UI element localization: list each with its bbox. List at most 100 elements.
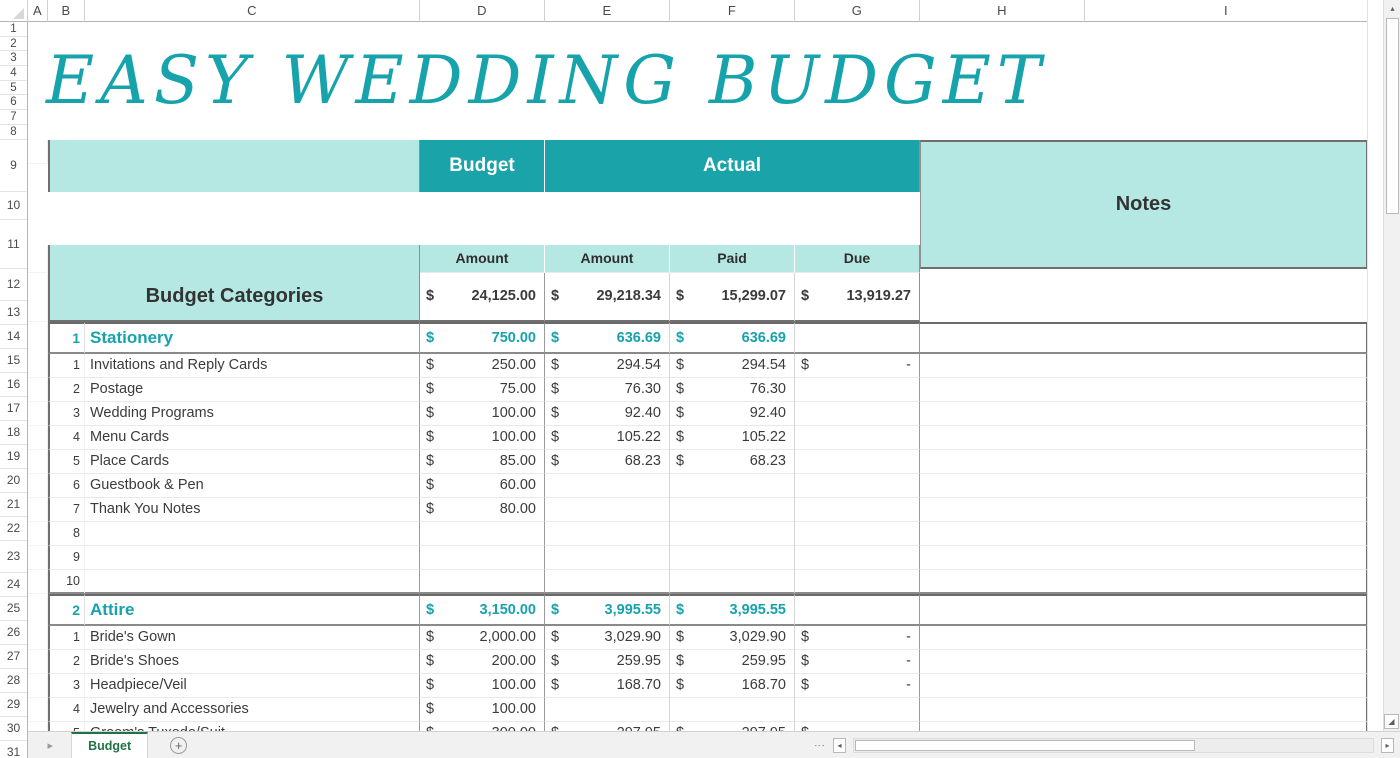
empty-row[interactable] xyxy=(28,125,1386,140)
empty-cell[interactable] xyxy=(28,125,1386,140)
item-notes[interactable] xyxy=(920,450,1368,474)
table-row[interactable]: 5Place Cards$85.00$68.23$68.23 xyxy=(28,450,1386,474)
category-notes[interactable] xyxy=(920,594,1368,626)
item-due[interactable] xyxy=(795,522,920,546)
item-name[interactable]: Headpiece/Veil xyxy=(85,674,420,698)
item-actual[interactable]: $168.70 xyxy=(545,674,670,698)
empty-cell[interactable] xyxy=(28,95,1386,110)
category-row[interactable]: 2Attire$3,150.00$3,995.55$3,995.55 xyxy=(28,594,1386,626)
row-header[interactable]: 8 xyxy=(0,125,27,140)
row-header[interactable]: 23 xyxy=(0,541,27,573)
item-notes[interactable] xyxy=(920,650,1368,674)
category-budget[interactable]: $750.00 xyxy=(420,322,545,354)
item-budget[interactable]: $85.00 xyxy=(420,450,545,474)
item-notes[interactable] xyxy=(920,626,1368,650)
row-header[interactable]: 26 xyxy=(0,621,27,645)
item-notes[interactable] xyxy=(920,498,1368,522)
item-actual[interactable]: $259.95 xyxy=(545,650,670,674)
item-budget[interactable] xyxy=(420,546,545,570)
item-notes[interactable] xyxy=(920,698,1368,722)
add-sheet-icon[interactable]: + xyxy=(170,737,187,754)
row-header[interactable]: 15 xyxy=(0,349,27,373)
item-paid[interactable] xyxy=(670,546,795,570)
item-paid[interactable]: $259.95 xyxy=(670,650,795,674)
category-actual[interactable]: $3,995.55 xyxy=(545,594,670,626)
item-actual[interactable]: $105.22 xyxy=(545,426,670,450)
empty-row[interactable] xyxy=(28,95,1386,110)
row-header[interactable]: 16 xyxy=(0,373,27,397)
item-paid[interactable] xyxy=(670,698,795,722)
empty-cell[interactable] xyxy=(28,37,1386,52)
item-actual[interactable] xyxy=(545,546,670,570)
row-header[interactable]: 25 xyxy=(0,597,27,621)
item-paid[interactable]: $168.70 xyxy=(670,674,795,698)
item-budget[interactable]: $2,000.00 xyxy=(420,626,545,650)
item-name[interactable]: Invitations and Reply Cards xyxy=(85,354,420,378)
sheet-next-icon[interactable]: ▸ xyxy=(48,739,54,752)
vertical-scrollbar[interactable]: ▴ ▾ xyxy=(1383,0,1400,731)
row-header[interactable]: 30 xyxy=(0,717,27,741)
item-actual[interactable]: $3,029.90 xyxy=(545,626,670,650)
item-actual[interactable] xyxy=(545,522,670,546)
item-actual[interactable]: $294.54 xyxy=(545,354,670,378)
item-budget[interactable]: $100.00 xyxy=(420,402,545,426)
item-name[interactable]: Postage xyxy=(85,378,420,402)
item-budget[interactable] xyxy=(420,522,545,546)
row-header[interactable]: 11 xyxy=(0,220,27,269)
row-header[interactable]: 4 xyxy=(0,66,27,81)
table-row[interactable]: 3Headpiece/Veil$100.00$168.70$168.70$- xyxy=(28,674,1386,698)
item-budget[interactable]: $75.00 xyxy=(420,378,545,402)
item-budget[interactable]: $200.00 xyxy=(420,650,545,674)
item-due[interactable]: $- xyxy=(795,354,920,378)
row-header[interactable]: 24 xyxy=(0,573,27,597)
row-header[interactable]: 10 xyxy=(0,192,27,220)
row-header[interactable]: 7 xyxy=(0,110,27,125)
item-due[interactable] xyxy=(795,474,920,498)
horizontal-scroll-thumb[interactable] xyxy=(855,740,1195,751)
row-header[interactable]: 13 xyxy=(0,301,27,325)
table-row[interactable]: 4Jewelry and Accessories$100.00 xyxy=(28,698,1386,722)
category-paid[interactable]: $3,995.55 xyxy=(670,594,795,626)
item-paid[interactable]: $68.23 xyxy=(670,450,795,474)
row-header[interactable]: 21 xyxy=(0,493,27,517)
item-paid[interactable]: $76.30 xyxy=(670,378,795,402)
empty-row[interactable] xyxy=(28,22,1386,37)
sheet-tab-budget[interactable]: Budget xyxy=(71,732,148,758)
item-name[interactable] xyxy=(85,546,420,570)
table-row[interactable]: 6Guestbook & Pen$60.00 xyxy=(28,474,1386,498)
item-name[interactable]: Place Cards xyxy=(85,450,420,474)
item-budget[interactable]: $100.00 xyxy=(420,698,545,722)
item-due[interactable] xyxy=(795,426,920,450)
row-header[interactable]: 9 xyxy=(0,140,27,192)
empty-cell[interactable] xyxy=(28,110,1386,125)
row-header[interactable]: 12 xyxy=(0,269,27,301)
row-header[interactable]: 6 xyxy=(0,95,27,110)
horizontal-scroll-track[interactable] xyxy=(853,738,1374,753)
item-notes[interactable] xyxy=(920,354,1368,378)
scroll-grip-icon[interactable]: ⋮ xyxy=(813,740,826,751)
budget-data-rows[interactable]: 1Stationery$750.00$636.69$636.691Invitat… xyxy=(28,322,1386,735)
item-notes[interactable] xyxy=(920,402,1368,426)
row-header[interactable]: 27 xyxy=(0,645,27,669)
vertical-scroll-track[interactable] xyxy=(1384,17,1400,714)
row-header[interactable]: 31 xyxy=(0,741,27,758)
table-row[interactable]: 10 xyxy=(28,570,1386,594)
item-due[interactable] xyxy=(795,698,920,722)
empty-row[interactable] xyxy=(28,110,1386,125)
item-name[interactable] xyxy=(85,570,420,594)
item-due[interactable] xyxy=(795,546,920,570)
table-row[interactable]: 3Wedding Programs$100.00$92.40$92.40 xyxy=(28,402,1386,426)
item-paid[interactable] xyxy=(670,522,795,546)
scroll-up-icon[interactable]: ▴ xyxy=(1384,0,1400,17)
item-budget[interactable]: $100.00 xyxy=(420,674,545,698)
item-notes[interactable] xyxy=(920,522,1368,546)
empty-row[interactable] xyxy=(28,51,1386,66)
row-header[interactable]: 14 xyxy=(0,325,27,349)
item-name[interactable]: Bride's Shoes xyxy=(85,650,420,674)
empty-row[interactable] xyxy=(28,81,1386,96)
category-due[interactable] xyxy=(795,322,920,354)
table-row[interactable]: 7Thank You Notes$80.00 xyxy=(28,498,1386,522)
item-name[interactable]: Guestbook & Pen xyxy=(85,474,420,498)
table-row[interactable]: 8 xyxy=(28,522,1386,546)
horizontal-scrollbar[interactable]: ⋮ ◂ ▸ xyxy=(813,738,1400,753)
